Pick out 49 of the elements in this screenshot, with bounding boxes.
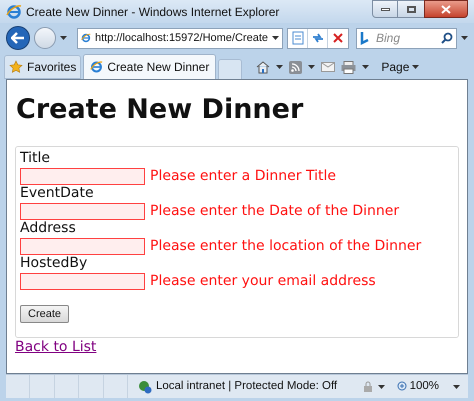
zoom-control[interactable]: 100%	[396, 378, 439, 396]
globe-icon	[138, 380, 152, 394]
printer-icon[interactable]	[341, 60, 356, 74]
page-icon	[90, 59, 104, 75]
validation-message: Please enter your email address	[150, 272, 376, 290]
zoom-caret-icon[interactable]	[453, 384, 460, 388]
feed-icon[interactable]	[289, 60, 302, 74]
field-label: Address	[20, 220, 77, 237]
search-bar[interactable]: Bing	[356, 28, 457, 48]
favorites-button[interactable]: Favorites	[4, 55, 82, 79]
close-icon	[441, 4, 451, 14]
back-arrow-icon	[11, 32, 25, 44]
history-caret-icon[interactable]	[60, 36, 67, 40]
window-title: Create New Dinner - Windows Internet Explorer	[26, 4, 280, 20]
caret-icon[interactable]	[412, 65, 420, 69]
input-field[interactable]	[20, 202, 145, 220]
field-label: HostedBy	[20, 255, 88, 272]
maximize-button[interactable]	[398, 0, 424, 18]
back-link[interactable]: Back to List	[15, 339, 96, 355]
close-button[interactable]	[424, 0, 468, 18]
security-zone: Local intranet | Protected Mode: Off	[156, 378, 338, 394]
validation-message: Please enter the location of the Dinner	[150, 237, 422, 255]
mail-icon[interactable]	[321, 62, 336, 72]
page-heading: Create New Dinner	[16, 94, 304, 126]
browser-tab[interactable]: Create New Dinner	[83, 54, 216, 79]
zone-caret-icon[interactable]	[378, 384, 385, 388]
search-caret-icon[interactable]	[461, 36, 468, 40]
input-field[interactable]	[20, 238, 145, 254]
create-button[interactable]: Create	[20, 305, 70, 323]
field-label: Title	[20, 150, 52, 167]
feed-caret-icon[interactable]	[308, 65, 316, 69]
input-field[interactable]	[20, 272, 145, 290]
input-field[interactable]	[20, 168, 145, 184]
address-bar[interactable]: http://localhost:15972/Home/Create	[77, 28, 283, 48]
print-caret-icon[interactable]	[362, 65, 370, 69]
search-icon[interactable]	[441, 32, 453, 44]
address-caret-icon[interactable]	[272, 36, 279, 40]
field-label: EventDate	[20, 185, 95, 202]
back-button[interactable]	[6, 26, 30, 50]
validation-message: Please enter the Date of the Dinner	[150, 202, 400, 220]
minimize-button[interactable]	[372, 0, 398, 18]
search-input[interactable]: Bing	[376, 29, 420, 47]
validation-message: Please enter a Dinner Title	[150, 167, 336, 185]
home-caret-icon[interactable]	[276, 65, 284, 69]
browser-logo-icon	[6, 4, 22, 20]
page-menu[interactable]: Page	[381, 58, 420, 76]
star-icon	[9, 60, 23, 74]
home-icon[interactable]	[256, 60, 270, 74]
zoom-icon	[396, 381, 408, 392]
